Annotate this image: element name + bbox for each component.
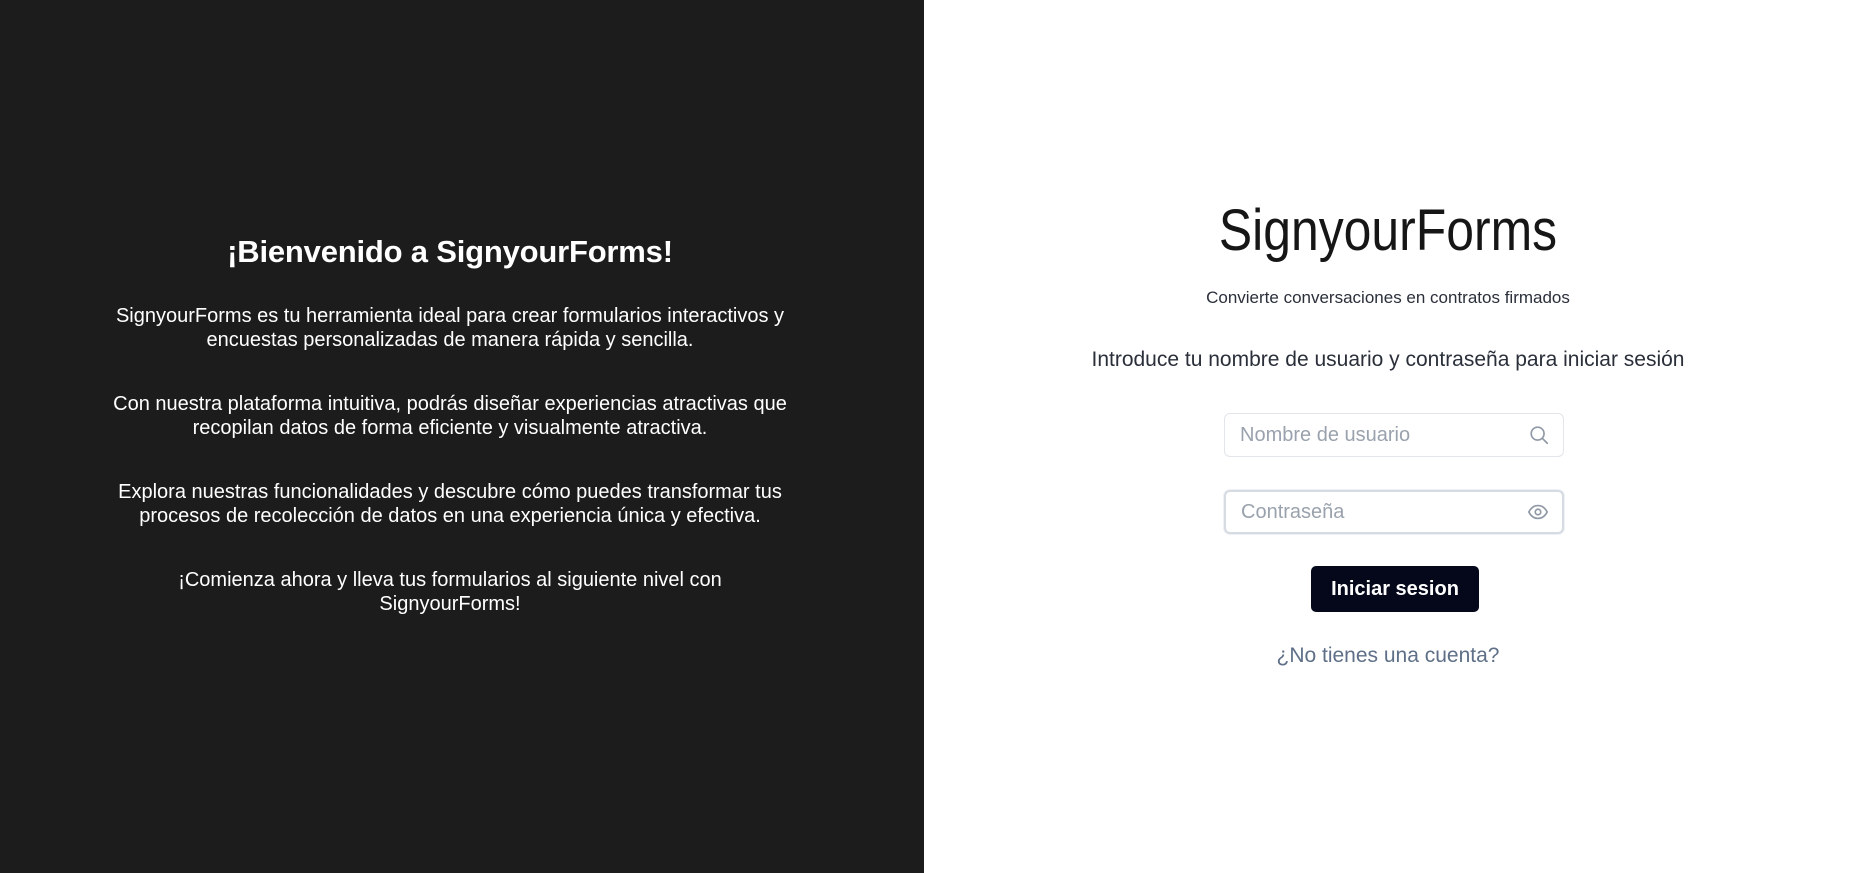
welcome-paragraph-cta: ¡Comienza ahora y lleva tus formularios … — [178, 569, 722, 615]
signup-link[interactable]: ¿No tienes una cuenta? — [924, 643, 1852, 669]
eye-icon[interactable] — [1526, 500, 1550, 524]
welcome-paragraph-platform: Con nuestra plataforma intuitiva, podrás… — [113, 393, 787, 439]
brand-title: SignyourForms — [1218, 198, 1558, 263]
login-instructions: Introduce tu nombre de usuario y contras… — [1091, 348, 1685, 371]
brand-tagline: Convierte conversaciones en contratos fi… — [1206, 288, 1570, 307]
welcome-paragraph-intro: SignyourForms es tu herramienta ideal pa… — [115, 305, 785, 351]
password-input[interactable] — [1226, 492, 1562, 532]
welcome-panel: ¡Bienvenido a SignyourForms! SignyourFor… — [0, 0, 924, 873]
welcome-title: ¡Bienvenido a SignyourForms! — [227, 234, 673, 269]
login-button[interactable]: Iniciar sesion — [1311, 566, 1479, 612]
search-icon — [1527, 423, 1551, 447]
password-field — [1224, 490, 1564, 534]
welcome-paragraph-explore: Explora nuestras funcionalidades y descu… — [118, 481, 782, 527]
welcome-content: ¡Bienvenido a SignyourForms! SignyourFor… — [80, 232, 820, 616]
login-page: ¡Bienvenido a SignyourForms! SignyourFor… — [0, 0, 1852, 873]
login-panel: SignyourForms Convierte conversaciones e… — [924, 0, 1852, 873]
username-input[interactable] — [1225, 414, 1563, 456]
username-field — [1224, 413, 1564, 457]
